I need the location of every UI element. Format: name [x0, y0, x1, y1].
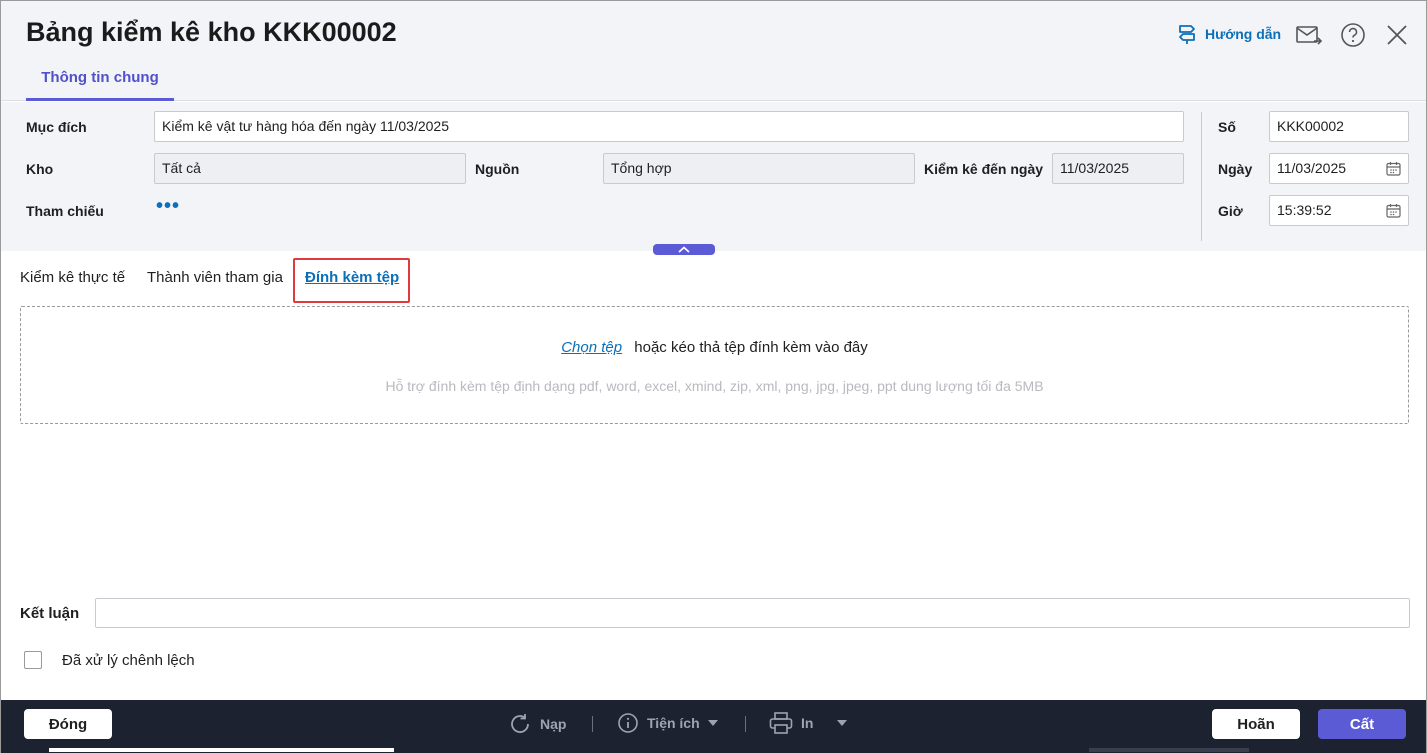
caret-down-icon: [707, 720, 718, 726]
tab-general-info[interactable]: Thông tin chung: [26, 61, 174, 101]
resolved-difference-checkbox[interactable]: [24, 651, 42, 669]
refresh-icon: [511, 714, 529, 733]
resolved-difference-label: Đã xử lý chênh lệch: [62, 652, 195, 669]
utilities-button[interactable]: Tiện ích: [617, 712, 718, 734]
time-value: 15:39:52: [1277, 202, 1332, 218]
postpone-button[interactable]: Hoãn: [1212, 709, 1300, 739]
close-dialog-button[interactable]: [1383, 21, 1411, 49]
dialog-footer: Đóng Nạp Tiện ích In Hoãn Cất: [1, 700, 1426, 753]
info-icon: [618, 713, 638, 733]
time-label: Giờ: [1218, 203, 1243, 219]
print-button[interactable]: In: [769, 712, 848, 734]
calendar-icon[interactable]: [1386, 161, 1401, 176]
number-label: Số: [1218, 119, 1236, 135]
footer-separator: [592, 716, 593, 732]
warehouse-input[interactable]: Tất cả: [154, 153, 466, 184]
utilities-label: Tiện ích: [647, 715, 700, 731]
reload-label: Nạp: [540, 716, 567, 732]
date-label: Ngày: [1218, 161, 1253, 177]
conclusion-label: Kết luận: [20, 605, 80, 622]
signpost-icon: [1179, 25, 1195, 44]
number-input[interactable]: KKK00002: [1269, 111, 1409, 142]
caret-down-icon: [837, 720, 848, 726]
guide-label: Hướng dẫn: [1205, 26, 1282, 42]
footer-separator: [745, 716, 746, 732]
inventory-date-label: Kiểm kê đến ngày: [924, 161, 1044, 177]
file-dropzone[interactable]: Chọn tệp hoặc kéo thả tệp đính kèm vào đ…: [20, 306, 1409, 424]
email-icon: [1296, 26, 1322, 45]
inventory-date-input[interactable]: 11/03/2025: [1052, 153, 1184, 184]
calendar-icon[interactable]: [1386, 203, 1401, 218]
supported-formats-text: Hỗ trợ đính kèm tệp định dạng pdf, word,…: [385, 378, 1044, 394]
form-divider: [1201, 112, 1202, 241]
help-icon: [1341, 23, 1365, 47]
horizontal-scrollbar[interactable]: [49, 748, 394, 752]
source-label: Nguồn: [475, 161, 520, 177]
time-input[interactable]: 15:39:52: [1269, 195, 1409, 226]
conclusion-input[interactable]: [95, 598, 1410, 628]
printer-icon: [769, 712, 793, 734]
page-title: Bảng kiểm kê kho KKK00002: [26, 17, 397, 47]
save-button[interactable]: Cất: [1318, 709, 1406, 739]
purpose-label: Mục đích: [26, 119, 87, 135]
close-icon: [1387, 25, 1407, 45]
print-label: In: [801, 715, 814, 731]
reference-label: Tham chiếu: [26, 203, 104, 219]
date-value: 11/03/2025: [1277, 160, 1347, 176]
close-button[interactable]: Đóng: [24, 709, 112, 739]
scrollbar-track: [1089, 748, 1249, 752]
reload-button[interactable]: Nạp: [508, 712, 566, 736]
warehouse-label: Kho: [26, 161, 54, 177]
chevron-up-icon: [678, 246, 690, 253]
tab-actual-inventory[interactable]: Kiểm kê thực tế: [20, 269, 125, 286]
dropzone-instruction: Chọn tệp hoặc kéo thả tệp đính kèm vào đ…: [21, 339, 1408, 356]
dialog-header: Bảng kiểm kê kho KKK00002 Hướng dẫn Thôn…: [1, 1, 1426, 101]
highlight-box: [293, 258, 410, 303]
more-dots-icon[interactable]: •••: [156, 196, 180, 216]
tab-participants[interactable]: Thành viên tham gia: [147, 269, 283, 286]
email-button[interactable]: [1295, 21, 1323, 49]
date-input[interactable]: 11/03/2025: [1269, 153, 1409, 184]
purpose-input[interactable]: Kiểm kê vật tư hàng hóa đến ngày 11/03/2…: [154, 111, 1184, 142]
collapse-form-button[interactable]: [653, 244, 715, 255]
choose-file-link[interactable]: Chọn tệp: [561, 339, 622, 356]
source-input[interactable]: Tổng hợp: [603, 153, 915, 184]
guide-link[interactable]: Hướng dẫn: [1177, 23, 1281, 45]
help-button[interactable]: [1339, 21, 1367, 49]
drag-text: hoặc kéo thả tệp đính kèm vào đây: [634, 339, 868, 356]
